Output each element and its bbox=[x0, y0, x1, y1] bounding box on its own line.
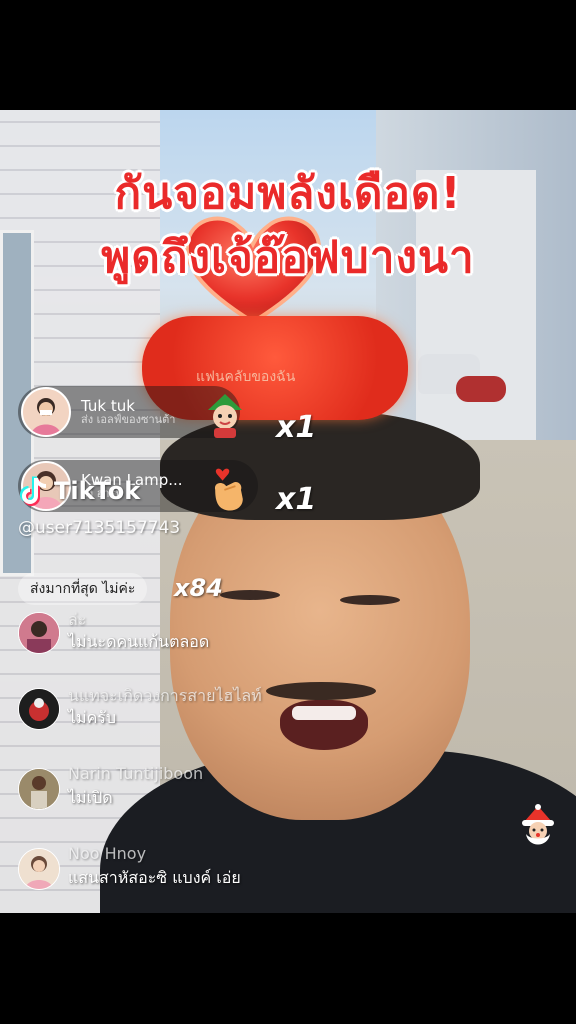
gift-sender-name: Tuk tuk bbox=[81, 396, 135, 415]
chat-comment[interactable]: ล่ะ ไม่นะดคนแก้นตลอด bbox=[18, 606, 338, 654]
streamer-eye bbox=[220, 590, 280, 600]
finger-heart-icon bbox=[206, 462, 252, 523]
elf-icon bbox=[200, 390, 250, 449]
gift-count: x1 bbox=[276, 482, 317, 517]
tiktok-brand-text: TikTok bbox=[54, 477, 141, 505]
comment-text: ไม่เปิด bbox=[68, 788, 113, 807]
comment-author: Narin Tuntijiboon bbox=[68, 764, 204, 783]
chat-comment[interactable]: Narin Tuntijiboon ไม่เปิด bbox=[18, 762, 338, 810]
background-motorbike bbox=[456, 376, 506, 402]
gift-count: x1 bbox=[276, 410, 317, 445]
creator-username: @user7135157743 bbox=[18, 518, 181, 538]
video-title-line-2: พูดถึงเจ้อ๊อฟบางนา bbox=[101, 232, 475, 283]
tiktok-logo-icon bbox=[18, 474, 52, 508]
video-title-line-1: กันจอมพลังเดือด! bbox=[114, 168, 462, 219]
tiktok-watermark: TikTok bbox=[18, 474, 140, 508]
santa-icon[interactable] bbox=[514, 804, 560, 850]
top-gifter-label: ส่งมากที่สุด ไม่ค่ะ bbox=[30, 581, 136, 597]
gift-description: ส่ง เอลฟ์ของซานต้า bbox=[81, 413, 176, 427]
comment-text: ไม่นะดคนแก้นตลอด bbox=[68, 632, 210, 651]
avatar bbox=[21, 387, 71, 437]
top-gifter-badge[interactable]: ส่งมากที่สุด ไม่ค่ะ bbox=[18, 573, 148, 605]
streamer-eye bbox=[340, 595, 400, 605]
avatar bbox=[18, 688, 60, 730]
avatar bbox=[18, 768, 60, 810]
top-gifter-count: x84 bbox=[174, 574, 223, 602]
comment-text: ไม่ครับ bbox=[68, 708, 117, 727]
comment-text: แสนสาหัสอะซิ แบงค์ เอ่ย bbox=[68, 868, 241, 887]
comment-author: Noo Hnoy bbox=[68, 844, 147, 863]
chat-comment[interactable]: Noo Hnoy แสนสาหัสอะซิ แบงค์ เอ่ย bbox=[18, 842, 338, 890]
avatar bbox=[18, 848, 60, 890]
avatar bbox=[18, 612, 60, 654]
chat-comment[interactable]: นแทจะเกิดวงการสายไฮไลท์ ไม่ครับ bbox=[18, 682, 338, 730]
hat-caption: แฟนคลับของฉัน bbox=[196, 369, 296, 385]
